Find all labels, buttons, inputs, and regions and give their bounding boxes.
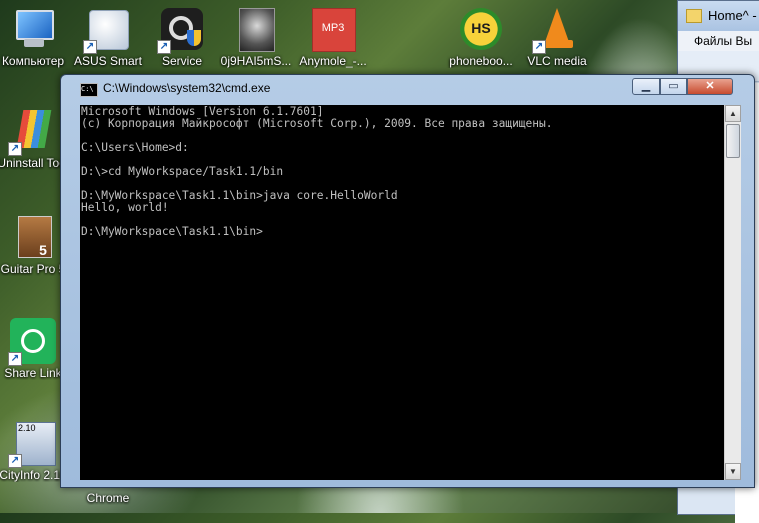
- cmd-icon: C:\: [80, 83, 98, 97]
- shortcut-arrow-icon: ↗: [8, 352, 22, 366]
- cmd-window[interactable]: C:\ C:\Windows\system32\cmd.exe ▁ ▭ ✕ Mi…: [60, 74, 755, 488]
- folder-icon: [686, 9, 702, 23]
- minimize-button[interactable]: ▁: [632, 78, 660, 95]
- desktop-icon-service[interactable]: ↗ Service: [145, 6, 219, 68]
- desktop-icon-photo[interactable]: 0j9HAI5mS...: [219, 6, 293, 68]
- hs-app-icon: HS: [458, 6, 504, 52]
- desktop-icon-label: Chrome: [86, 491, 130, 505]
- share-link-icon: ↗: [8, 318, 56, 366]
- mp3-file-icon: MP3: [310, 6, 356, 52]
- window-title: C:\Windows\system32\cmd.exe: [103, 81, 271, 95]
- uninstall-tool-icon: ↗: [8, 108, 56, 156]
- desktop-icon-phonebook[interactable]: HS phoneboo...: [444, 6, 518, 68]
- vertical-scrollbar[interactable]: ▲ ▼: [724, 105, 741, 480]
- cityinfo-badge: 2.10: [18, 423, 36, 433]
- desktop-icon-label: VLC media: [527, 54, 587, 68]
- background-window-menu[interactable]: Файлы Вы: [678, 31, 759, 51]
- shortcut-arrow-icon: ↗: [8, 142, 22, 156]
- desktop-icon-asus-smart[interactable]: ↗ ASUS Smart: [71, 6, 145, 68]
- computer-icon: [10, 6, 56, 52]
- mp3-badge: MP3: [321, 22, 345, 34]
- desktop-icon-label: 0j9HAI5mS...: [220, 54, 292, 68]
- vlc-icon: ↗: [532, 6, 580, 54]
- desktop-icon-vlc[interactable]: ↗ VLC media: [520, 6, 594, 68]
- background-window-title: Home^ -: [708, 8, 757, 23]
- photo-file-icon: [233, 6, 279, 52]
- service-icon: ↗: [157, 6, 205, 54]
- shortcut-arrow-icon: ↗: [83, 40, 97, 54]
- desktop-icon-computer[interactable]: Компьютер: [0, 6, 70, 68]
- console-text: Microsoft Windows [Version 6.1.7601] (c)…: [81, 105, 553, 238]
- desktop-icon-label: ASUS Smart: [73, 54, 142, 68]
- scroll-thumb[interactable]: [726, 124, 740, 158]
- cmd-titlebar[interactable]: C:\ C:\Windows\system32\cmd.exe ▁ ▭ ✕: [61, 75, 754, 101]
- cityinfo-icon: 2.10 ↗: [8, 420, 56, 468]
- maximize-button[interactable]: ▭: [660, 78, 687, 95]
- desktop-icon-label: Service: [161, 54, 202, 68]
- desktop-icon-label: Anymole_-...: [299, 54, 367, 68]
- desktop-icon-label: phoneboo...: [449, 54, 513, 68]
- asus-smart-icon: ↗: [83, 6, 131, 54]
- hs-badge: HS: [471, 20, 491, 36]
- shortcut-arrow-icon: ↗: [8, 454, 22, 468]
- desktop-icon-mp3[interactable]: MP3 Anymole_-...: [296, 6, 370, 68]
- background-window-titlebar[interactable]: Home^ -: [678, 1, 759, 31]
- console-output-area[interactable]: Microsoft Windows [Version 6.1.7601] (c)…: [80, 105, 724, 480]
- desktop-icon-label: Компьютер: [1, 54, 65, 68]
- shortcut-arrow-icon: ↗: [532, 40, 546, 54]
- shortcut-arrow-icon: ↗: [157, 40, 171, 54]
- close-button[interactable]: ✕: [687, 78, 733, 95]
- scroll-up-button[interactable]: ▲: [725, 105, 741, 122]
- guitar-pro-icon: 5: [10, 214, 56, 260]
- scroll-down-button[interactable]: ▼: [725, 463, 741, 480]
